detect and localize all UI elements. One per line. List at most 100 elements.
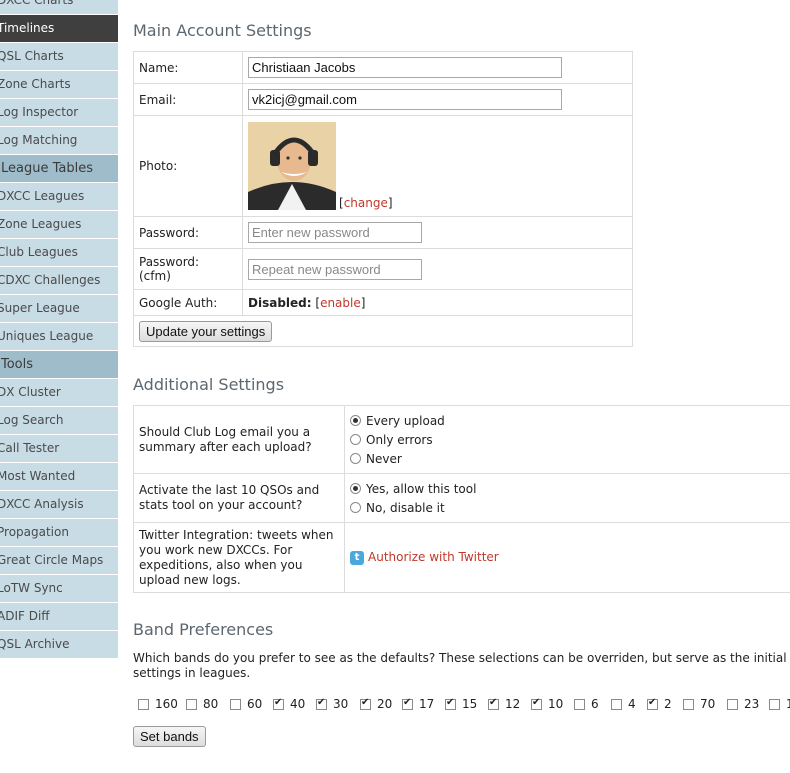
twitter-question: Twitter Integration: tweets when you wor… — [133, 522, 345, 593]
sidebar-item-great-circle-maps[interactable]: Great Circle Maps — [0, 547, 118, 575]
radio-label: Never — [366, 451, 402, 466]
band-option-15[interactable]: 15 — [445, 697, 477, 711]
band-checkbox[interactable] — [138, 698, 149, 710]
sidebar-item-log-search[interactable]: Log Search — [0, 407, 118, 435]
band-checkbox[interactable] — [445, 697, 456, 710]
sidebar-item-label: League Tables — [1, 161, 93, 176]
radio-option-never[interactable]: Never — [350, 449, 790, 468]
email-input[interactable] — [248, 89, 562, 110]
sidebar-item-zone-leagues[interactable]: Zone Leagues — [0, 211, 118, 239]
radio-option-every-upload[interactable]: Every upload — [350, 411, 790, 430]
radio-button[interactable] — [350, 502, 361, 513]
radio-label: No, disable it — [366, 500, 445, 515]
sidebar-item-log-inspector[interactable]: Log Inspector — [0, 99, 118, 127]
radio-option-yes-allow-this-tool[interactable]: Yes, allow this tool — [350, 479, 790, 498]
sidebar-item-dx-cluster[interactable]: DX Cluster — [0, 379, 118, 407]
sidebar-item-label: DXCC Charts — [0, 0, 74, 7]
sidebar-item-label: Timelines — [0, 21, 55, 35]
band-checkbox[interactable] — [316, 697, 327, 710]
band-option-12[interactable]: 12 — [488, 697, 520, 711]
band-checkbox[interactable] — [647, 697, 658, 710]
band-checkbox[interactable] — [402, 697, 413, 710]
sidebar-item-qsl-archive[interactable]: QSL Archive — [0, 631, 118, 659]
sidebar-item-cdxc-challenges[interactable]: CDXC Challenges — [0, 267, 118, 295]
set-bands-button[interactable]: Set bands — [133, 726, 206, 747]
radio-button[interactable] — [350, 434, 361, 445]
band-option-4[interactable]: 4 — [611, 697, 636, 711]
radio-button[interactable] — [350, 483, 361, 494]
band-preferences-heading: Band Preferences — [133, 620, 274, 639]
radio-button[interactable] — [350, 415, 361, 426]
password-input[interactable] — [248, 222, 422, 243]
band-checkbox[interactable] — [360, 697, 371, 710]
band-checkbox[interactable] — [488, 697, 499, 710]
password-confirm-label-line1: Password: — [139, 255, 200, 269]
sidebar-item-call-tester[interactable]: Call Tester — [0, 435, 118, 463]
sidebar-item-most-wanted[interactable]: Most Wanted — [0, 463, 118, 491]
sidebar-item-label: Tools — [1, 357, 34, 372]
additional-settings-heading: Additional Settings — [133, 375, 285, 394]
band-label: 1 — [786, 697, 790, 711]
google-auth-label: Google Auth: — [133, 289, 243, 316]
sidebar-item-dxcc-analysis[interactable]: DXCC Analysis — [0, 491, 118, 519]
radio-option-no-disable-it[interactable]: No, disable it — [350, 498, 790, 517]
sidebar-item-league-tables[interactable]: League Tables — [0, 155, 118, 183]
band-label: 40 — [290, 697, 306, 711]
band-checkbox[interactable] — [727, 698, 738, 710]
band-option-80[interactable]: 80 — [186, 697, 218, 711]
sidebar-item-log-matching[interactable]: Log Matching — [0, 127, 118, 155]
main-settings-heading: Main Account Settings — [133, 21, 312, 40]
band-option-1[interactable]: 1 — [769, 697, 790, 711]
band-checkbox[interactable] — [769, 698, 780, 710]
band-checkbox[interactable] — [683, 698, 694, 710]
sidebar-item-adif-diff[interactable]: ADIF Diff — [0, 603, 118, 631]
sidebar-item-dxcc-leagues[interactable]: DXCC Leagues — [0, 183, 118, 211]
name-input[interactable] — [248, 57, 562, 78]
band-option-30[interactable]: 30 — [316, 697, 348, 711]
sidebar-item-label: DXCC Leagues — [0, 189, 85, 203]
additional-settings-table: Should Club Log email you a summary afte… — [133, 405, 790, 593]
band-checkbox[interactable] — [186, 698, 197, 710]
google-enable-link[interactable]: enable — [320, 296, 361, 310]
band-label: 160 — [155, 697, 178, 711]
sidebar-item-lotw-sync[interactable]: LoTW Sync — [0, 575, 118, 603]
radio-button[interactable] — [350, 453, 361, 464]
band-label: 60 — [247, 697, 263, 711]
sidebar-item-zone-charts[interactable]: Zone Charts — [0, 71, 118, 99]
sidebar-item-dxcc-charts[interactable]: DXCC Charts — [0, 0, 118, 15]
band-option-17[interactable]: 17 — [402, 697, 434, 711]
band-checkbox[interactable] — [273, 697, 284, 710]
band-preferences-description: Which bands do you prefer to see as the … — [133, 651, 787, 680]
password-confirm-input[interactable] — [248, 258, 422, 280]
band-label: 10 — [548, 697, 564, 711]
radio-option-only-errors[interactable]: Only errors — [350, 430, 790, 449]
photo-change-link[interactable]: change — [344, 196, 388, 210]
band-option-23[interactable]: 23 — [727, 697, 759, 711]
band-option-10[interactable]: 10 — [531, 697, 563, 711]
band-checkbox[interactable] — [574, 698, 585, 710]
band-label: 15 — [462, 697, 478, 711]
update-settings-button[interactable]: Update your settings — [139, 320, 273, 342]
sidebar-item-timelines[interactable]: Timelines — [0, 15, 118, 43]
band-option-40[interactable]: 40 — [273, 697, 305, 711]
band-option-2[interactable]: 2 — [647, 697, 672, 711]
google-auth-status: Disabled: — [248, 295, 312, 310]
sidebar-item-tools[interactable]: Tools — [0, 351, 118, 379]
sidebar-item-qsl-charts[interactable]: QSL Charts — [0, 43, 118, 71]
band-checkbox[interactable] — [230, 698, 241, 710]
sidebar-item-super-league[interactable]: Super League — [0, 295, 118, 323]
sidebar-item-label: DX Cluster — [0, 385, 61, 399]
sidebar-item-propagation[interactable]: Propagation — [0, 519, 118, 547]
band-checkbox[interactable] — [531, 697, 542, 710]
sidebar-item-label: LoTW Sync — [0, 581, 63, 595]
sidebar-item-club-leagues[interactable]: Club Leagues — [0, 239, 118, 267]
band-checkbox[interactable] — [611, 698, 622, 710]
band-option-70[interactable]: 70 — [683, 697, 715, 711]
band-option-6[interactable]: 6 — [574, 697, 599, 711]
sidebar-item-uniques-league[interactable]: Uniques League — [0, 323, 118, 351]
band-option-20[interactable]: 20 — [360, 697, 392, 711]
band-option-60[interactable]: 60 — [230, 697, 262, 711]
band-label: 80 — [203, 697, 219, 711]
authorize-twitter-link[interactable]: Authorize with Twitter — [368, 550, 499, 564]
band-option-160[interactable]: 160 — [138, 697, 178, 711]
